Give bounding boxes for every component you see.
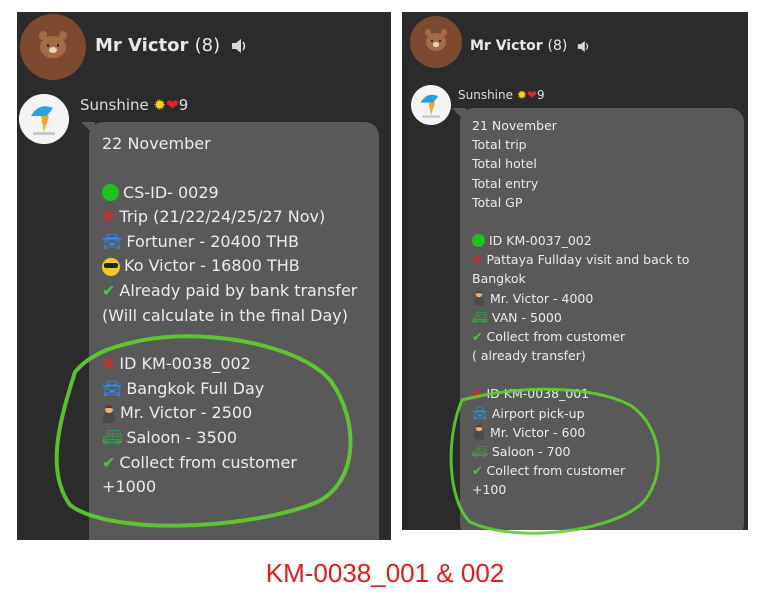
sender-logo-icon (19, 94, 69, 144)
check-icon: ✔ (102, 452, 116, 472)
heart-icon: ❤ (526, 88, 537, 102)
car-icon: 🚘︎ (472, 405, 488, 421)
message-line: Mr. Victor - 600 (472, 423, 689, 442)
group-avatar[interactable] (20, 14, 86, 80)
chat-panel-right: Mr Victor (8) Sunshine ✹❤9 21 November T… (402, 12, 748, 530)
sun-icon: ✹ (516, 88, 527, 102)
message-line: ✺ Pattaya Fullday visit and back to (472, 250, 689, 269)
chat-title: Mr Victor (8) (470, 38, 591, 54)
message-line: Total hotel (472, 156, 537, 172)
car-icon: 🚘︎ (102, 231, 123, 251)
message-line: Mr. Victor - 2500 (102, 401, 357, 426)
message-line: Bangkok (472, 271, 526, 287)
message-line: ID KM-0037_002 (472, 231, 689, 250)
green-circle-icon (102, 184, 119, 202)
chat-panel-left: Mr Victor (8) Sunshine ✹❤9 22 November C… (17, 12, 391, 540)
message-line: ✺ ID KM-0038_002 (102, 352, 357, 377)
person-icon (473, 291, 484, 306)
car-icon: 🚘︎ (102, 378, 123, 398)
group-avatar[interactable] (410, 16, 462, 68)
van-icon: 🚐︎ (102, 427, 123, 447)
message-line: ✔ Collect from customer (472, 327, 689, 346)
bear-icon (38, 30, 68, 59)
green-circle-icon (472, 234, 485, 248)
message-line: ✺ Trip (21/22/24/25/27 Nov) (102, 205, 357, 230)
chat-header[interactable]: Mr Victor (8) (402, 12, 748, 82)
message-line: +1000 (102, 477, 157, 497)
message-line: ✺ ID KM-0038_001 (472, 384, 689, 403)
speaker-icon[interactable] (231, 38, 249, 54)
heart-icon: ❤ (166, 96, 179, 114)
chat-title: Mr Victor (8) (95, 35, 249, 56)
red-burst-icon: ✺ (472, 386, 483, 402)
message-line: Mr. Victor - 4000 (472, 289, 689, 308)
check-icon: ✔ (472, 329, 483, 345)
message-date: 22 November (102, 134, 211, 153)
red-burst-icon: ✺ (102, 354, 116, 374)
sender-avatar[interactable] (19, 94, 69, 144)
sun-icon: ✹ (153, 96, 167, 114)
van-icon: 🚐︎ (472, 444, 488, 460)
message-line: 🚐︎ Saloon - 700 (472, 442, 689, 461)
speaker-icon[interactable] (577, 40, 591, 53)
red-burst-icon: ✺ (472, 252, 483, 268)
message-line: CS-ID- 0029 (102, 181, 357, 206)
message-bubble[interactable]: 21 November Total trip Total hotel Total… (452, 108, 744, 530)
van-icon: 🚐︎ (472, 309, 488, 325)
message-line: ( already transfer) (472, 348, 586, 364)
message-line: Total entry (472, 175, 539, 191)
bear-icon (424, 29, 447, 51)
message-line: ✔ Collect from customer (472, 461, 689, 480)
check-icon: ✔ (102, 280, 116, 300)
message-line: 🚐︎ VAN - 5000 (472, 308, 689, 327)
sender-name: Sunshine ✹❤9 (80, 96, 189, 114)
person-icon (102, 404, 116, 423)
message-line: +100 (472, 482, 507, 498)
message-line: 🚘︎ Airport pick-up (472, 404, 689, 423)
chat-header[interactable]: Mr Victor (8) (17, 12, 391, 82)
message-bubble[interactable]: 22 November CS-ID- 0029 ✺ Trip (21/22/24/… (81, 122, 379, 540)
message-line: 🚘︎ Bangkok Full Day (102, 377, 357, 402)
message-line: Total GP (472, 194, 523, 210)
message-line: 21 November (472, 118, 557, 133)
sender-avatar[interactable] (411, 85, 451, 125)
person-icon (473, 425, 484, 440)
message-line: 🚘︎ Fortuner - 20400 THB (102, 230, 357, 255)
caption: KM-0038_001 & 002 (265, 558, 505, 588)
message-line: Ko Victor - 16800 THB (102, 254, 357, 279)
message-line: (Will calculate in the final Day) (102, 305, 348, 325)
message-line: ✔ Collect from customer (102, 451, 357, 476)
message-line: Total trip (472, 137, 527, 153)
message-line: 🚐︎ Saloon - 3500 (102, 426, 357, 451)
sender-name: Sunshine ✹❤9 (458, 88, 545, 102)
sender-logo-icon (411, 85, 451, 125)
sunglasses-face-icon (102, 257, 120, 276)
check-icon: ✔ (472, 463, 483, 479)
red-burst-icon: ✺ (102, 207, 116, 227)
message-line: ✔ Already paid by bank transfer (102, 279, 357, 304)
